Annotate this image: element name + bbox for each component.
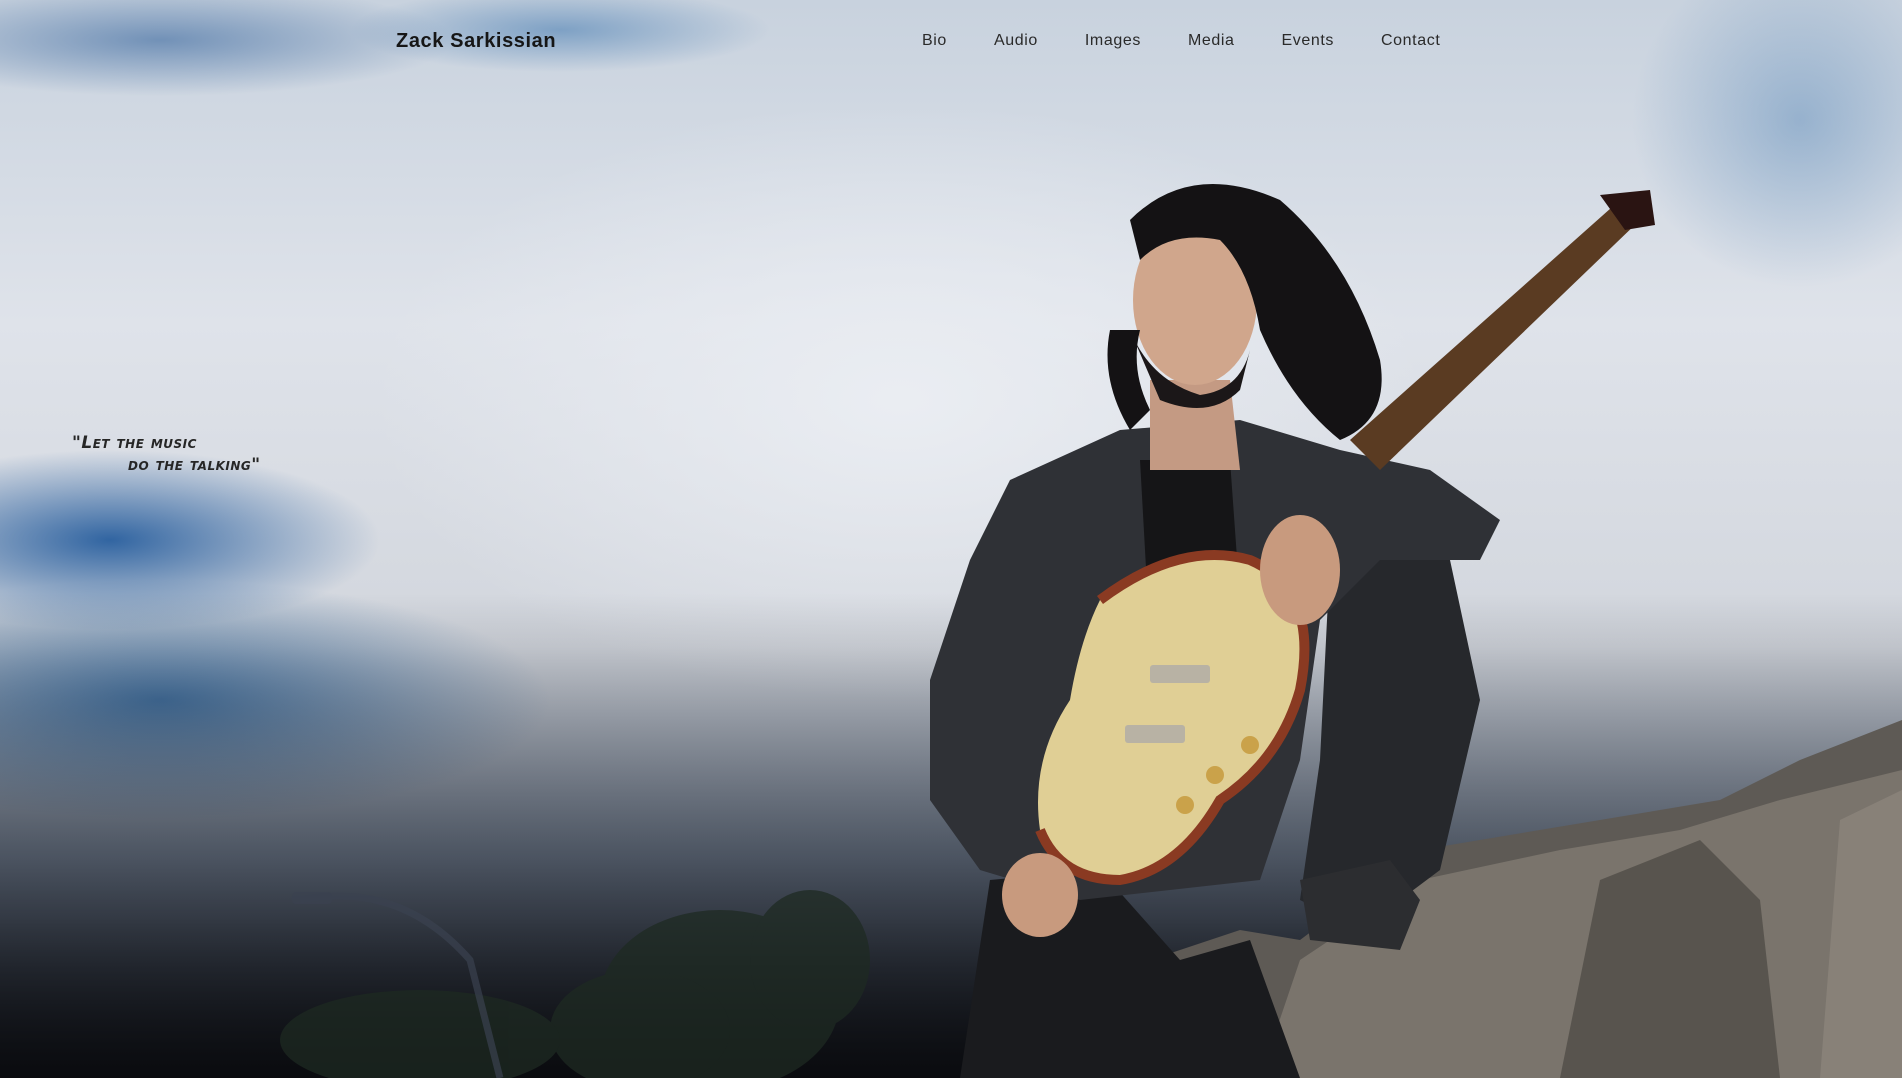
quote-line-1: "Let the music [72,433,197,453]
top-navigation: Zack Sarkissian Bio Audio Images Media E… [0,0,1902,86]
nav-link-media[interactable]: Media [1188,32,1235,50]
background-scene [280,184,1902,1078]
hero-quote: "Let the music do the talking" [72,432,261,476]
quote-line-2: do the talking" [128,455,261,475]
nav-link-contact[interactable]: Contact [1381,32,1440,50]
tree-silhouette [280,890,870,1078]
site-brand[interactable]: Zack Sarkissian [396,30,556,53]
main-menu: Bio Audio Images Media Events Contact [922,32,1487,50]
nav-link-bio[interactable]: Bio [922,32,947,50]
nav-link-audio[interactable]: Audio [994,32,1038,50]
hero-page: Zack Sarkissian Bio Audio Images Media E… [0,0,1902,1078]
nav-link-images[interactable]: Images [1085,32,1141,50]
nav-link-events[interactable]: Events [1282,32,1335,50]
